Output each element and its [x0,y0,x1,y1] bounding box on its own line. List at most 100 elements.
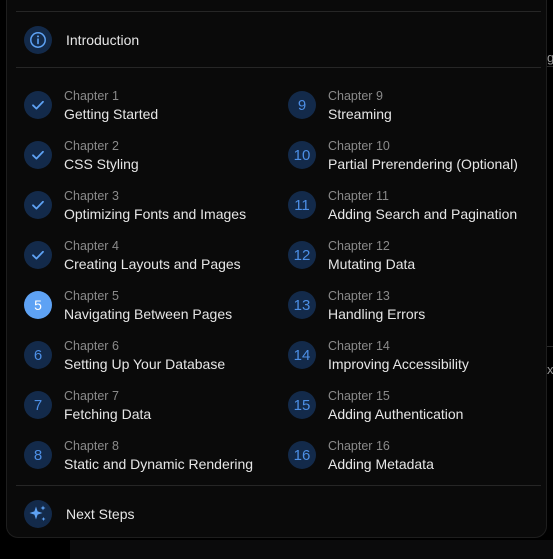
checkmark-icon [24,241,52,269]
chapter-text: Chapter 14 Improving Accessibility [328,337,469,373]
chapter-text: Chapter 8 Static and Dynamic Rendering [64,437,253,473]
divider [16,485,541,486]
chapter-text: Chapter 11 Adding Search and Pagination [328,187,517,223]
chapter-label: Chapter 15 [328,389,390,403]
chapter-text: Chapter 12 Mutating Data [328,237,415,273]
chapter-text: Chapter 13 Handling Errors [328,287,425,323]
chapter-number: 5 [34,297,42,313]
chapter-link-4[interactable]: Chapter 4 Creating Layouts and Pages [24,237,241,273]
chapter-number-badge: 12 [288,241,316,269]
chapter-label: Chapter 5 [64,289,119,303]
chapter-number-badge: 5 [24,291,52,319]
background-divider [546,66,553,67]
chapter-link-16[interactable]: 16 Chapter 16 Adding Metadata [288,437,434,473]
chapter-text: Chapter 3 Optimizing Fonts and Images [64,187,246,223]
chapter-number-badge: 10 [288,141,316,169]
background-strip [70,540,553,559]
divider [16,67,541,68]
chapter-number: 6 [33,346,43,364]
chapter-link-14[interactable]: 14 Chapter 14 Improving Accessibility [288,337,469,373]
chapter-number: 12 [293,246,311,264]
chapter-title: Improving Accessibility [328,356,469,372]
chapter-text: Chapter 16 Adding Metadata [328,437,434,473]
checkmark-icon [24,191,52,219]
chapter-number: 14 [293,346,311,364]
next-steps-label: Next Steps [66,506,135,522]
chapter-label: Chapter 12 [328,239,390,253]
chapter-label: Chapter 10 [328,139,390,153]
chapter-label: Chapter 6 [64,339,119,353]
chapter-link-1[interactable]: Chapter 1 Getting Started [24,87,158,123]
chapter-title: Fetching Data [64,406,152,422]
chapter-number-badge: 16 [288,441,316,469]
chapter-label: Chapter 8 [64,439,119,453]
chapter-text: Chapter 2 CSS Styling [64,137,139,173]
chapter-link-10[interactable]: 10 Chapter 10 Partial Prerendering (Option… [288,137,518,173]
chapter-title: Adding Search and Pagination [328,206,518,222]
chapter-title: CSS Styling [64,156,139,172]
chapter-number-badge: 8 [24,441,52,469]
background-text: x [547,362,553,377]
chapter-title: Partial Prerendering (Optional) [328,156,518,172]
chapter-number-badge: 6 [24,341,52,369]
chapter-link-12[interactable]: 12 Chapter 12 Mutating Data [288,237,415,273]
chapter-number: 16 [293,446,311,464]
background-divider [546,346,553,347]
chapter-label: Chapter 13 [328,289,390,303]
chapter-number: 8 [33,446,43,464]
course-outline-menu: Introduction Chapter 1 Getting Started Cha… [6,0,547,538]
info-icon [24,26,52,54]
chapter-link-15[interactable]: 15 Chapter 15 Adding Authentication [288,387,463,423]
chapter-link-3[interactable]: Chapter 3 Optimizing Fonts and Images [24,187,246,223]
sparkles-icon [24,500,52,528]
introduction-label: Introduction [66,32,140,48]
chapter-text: Chapter 1 Getting Started [64,87,158,123]
chapter-number-badge: 14 [288,341,316,369]
chapter-label: Chapter 4 [64,239,119,253]
chapter-link-7[interactable]: 7 Chapter 7 Fetching Data [24,387,151,423]
chapter-label: Chapter 16 [328,439,390,453]
chapter-label: Chapter 2 [64,139,119,153]
chapter-label: Chapter 14 [328,339,390,353]
chapter-number-badge: 7 [24,391,52,419]
chapter-label: Chapter 7 [64,389,119,403]
chapter-link-11[interactable]: 11 Chapter 11 Adding Search and Pagination [288,187,517,223]
checkmark-icon [24,141,52,169]
chapter-link-2[interactable]: Chapter 2 CSS Styling [24,137,139,173]
chapter-text: Chapter 9 Streaming [328,87,392,123]
chapter-text: Chapter 10 Partial Prerendering (Optional… [328,137,518,173]
chapter-number: 7 [33,396,43,414]
divider [16,11,541,12]
chapter-number: 13 [293,296,311,314]
chapter-label: Chapter 3 [64,189,119,203]
chapter-text: Chapter 5 Navigating Between Pages [64,287,232,323]
chapter-title: Handling Errors [328,306,426,322]
chapter-number-badge: 9 [288,91,316,119]
chapter-title: Mutating Data [328,256,416,272]
chapter-title: Setting Up Your Database [64,356,226,372]
chapter-text: Chapter 6 Setting Up Your Database [64,337,225,373]
chapter-title: Adding Metadata [328,456,434,472]
chapter-label: Chapter 1 [64,89,119,103]
chapter-text: Chapter 7 Fetching Data [64,387,151,423]
chapter-title: Static and Dynamic Rendering [64,456,254,472]
chapter-title: Getting Started [64,106,159,122]
chapter-text: Chapter 15 Adding Authentication [328,387,463,423]
chapter-link-9[interactable]: 9 Chapter 9 Streaming [288,87,392,123]
chapter-title: Optimizing Fonts and Images [64,206,247,222]
background-text: g [547,50,553,65]
chapter-number-badge: 15 [288,391,316,419]
chapter-title: Creating Layouts and Pages [64,256,241,272]
chapter-text: Chapter 4 Creating Layouts and Pages [64,237,241,273]
chapter-link-13[interactable]: 13 Chapter 13 Handling Errors [288,287,425,323]
checkmark-icon [24,91,52,119]
chapter-label: Chapter 11 [328,189,389,203]
next-steps-link[interactable]: Next Steps [24,500,134,528]
introduction-link[interactable]: Introduction [24,26,139,54]
chapter-number: 11 [294,196,310,214]
chapter-link-5[interactable]: 5 Chapter 5 Navigating Between Pages [24,287,232,323]
chapter-label: Chapter 9 [328,89,383,103]
chapter-title: Navigating Between Pages [64,306,233,322]
chapter-link-6[interactable]: 6 Chapter 6 Setting Up Your Database [24,337,225,373]
chapter-link-8[interactable]: 8 Chapter 8 Static and Dynamic Rendering [24,437,253,473]
